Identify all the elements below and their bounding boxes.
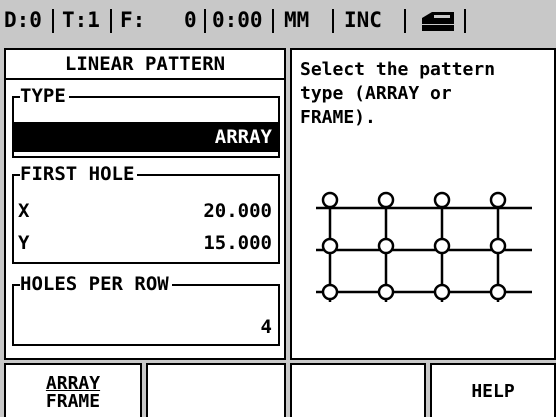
form-title: LINEAR PATTERN: [6, 50, 284, 80]
help-text: Select the pattern type (ARRAY or FRAME)…: [300, 59, 496, 128]
type-field[interactable]: ARRAY: [14, 122, 278, 152]
linear-pattern-form: LINEAR PATTERN TYPE ARRAY FIRST HOLE X 2…: [4, 48, 286, 360]
status-separator: [52, 9, 54, 33]
tool-indicator: T:1: [62, 8, 100, 32]
status-bar: D:0 T:1 F: 0 0:00 MM INC: [0, 0, 556, 46]
status-separator: [272, 9, 274, 33]
type-value: ARRAY: [214, 126, 272, 148]
softkey-array-label: ARRAY: [45, 373, 101, 394]
y-value: 15.000: [203, 232, 272, 254]
status-separator: [332, 9, 334, 33]
feed-label: F:: [120, 8, 146, 32]
first-hole-y-field[interactable]: Y 15.000: [14, 228, 278, 258]
x-value: 20.000: [203, 200, 272, 222]
time-display: 0:00: [212, 8, 263, 32]
help-softkey[interactable]: HELP: [430, 363, 556, 417]
softkey-3[interactable]: [290, 363, 426, 417]
help-panel: Select the pattern type (ARRAY or FRAME)…: [290, 48, 556, 360]
array-frame-softkey[interactable]: ARRAY FRAME: [4, 363, 142, 417]
status-separator: [464, 9, 466, 33]
status-separator: [110, 9, 112, 33]
help-label: HELP: [471, 381, 515, 402]
first-hole-group: FIRST HOLE X 20.000 Y 15.000: [12, 163, 280, 264]
datum-indicator: D:0: [4, 8, 42, 32]
type-group: TYPE ARRAY: [12, 85, 280, 158]
holes-per-row-value: 4: [260, 316, 272, 338]
first-hole-x-field[interactable]: X 20.000: [14, 196, 278, 226]
mode-indicator: INC: [344, 8, 382, 32]
holes-per-row-group: HOLES PER ROW 4: [12, 273, 280, 346]
holes-per-row-legend: HOLES PER ROW: [20, 273, 172, 295]
toolbar-icon: [422, 12, 454, 31]
feed-value: 0: [184, 8, 197, 32]
softkey-2[interactable]: [146, 363, 286, 417]
units-indicator: MM: [284, 8, 310, 32]
status-separator: [404, 9, 406, 33]
type-legend: TYPE: [20, 85, 69, 107]
x-label: X: [18, 200, 30, 222]
status-separator: [204, 9, 206, 33]
holes-per-row-field[interactable]: 4: [14, 312, 278, 342]
array-pattern-diagram: [316, 191, 532, 302]
y-label: Y: [18, 232, 30, 254]
softkey-frame-label: FRAME: [45, 391, 101, 412]
first-hole-legend: FIRST HOLE: [20, 163, 138, 185]
